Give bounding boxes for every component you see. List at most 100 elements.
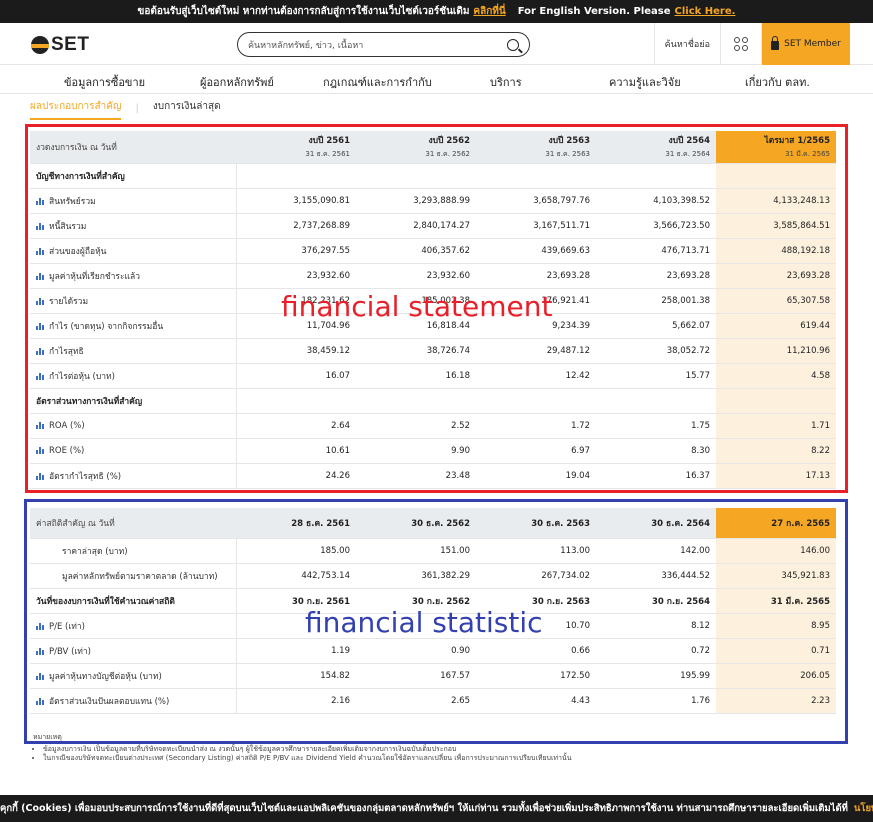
table-cell: 3,155,090.81: [236, 188, 356, 214]
set-logo-icon: [31, 36, 49, 54]
table-cell: 4.58: [716, 363, 836, 389]
bar-chart-icon[interactable]: [36, 222, 44, 230]
cookie-policy-link[interactable]: นโยบายการ: [854, 801, 873, 816]
table-cell: 3,658,797.76: [476, 188, 596, 214]
table-cell: 361,382.29: [356, 563, 476, 589]
row-label[interactable]: มูลค่าหุ้นทางบัญชีต่อหุ้น (บาท): [30, 663, 237, 689]
row-label[interactable]: กำไรสุทธิ: [30, 338, 237, 364]
row-label: มูลค่าหลักทรัพย์ตามราคาตลาด (ล้านบาท): [30, 563, 237, 589]
table-cell: 1.75: [596, 413, 716, 439]
note-item: ในกรณีของบริษัทจดทะเบียนต่างประเทศ (Seco…: [43, 754, 838, 763]
row-label[interactable]: รายได้รวม: [30, 288, 237, 314]
quick-symbol-search[interactable]: ค้นหาชื่อย่อ: [653, 23, 720, 65]
nav-services[interactable]: บริการ: [490, 73, 522, 91]
section-title: วันที่ของงบการเงินที่ใช้คำนวณค่าสถิติ: [30, 588, 237, 614]
table-cell: 267,734.02: [476, 563, 596, 589]
bar-chart-icon[interactable]: [36, 647, 44, 655]
table-cell: 1.72: [476, 413, 596, 439]
table-cell: 336,444.52: [596, 563, 716, 589]
bar-chart-icon[interactable]: [36, 322, 44, 330]
table-cell: 195.99: [596, 663, 716, 689]
table-cell: 2.23: [716, 688, 836, 714]
table-cell: 1.71: [716, 413, 836, 439]
table-cell: 406,357.62: [356, 238, 476, 264]
row-label[interactable]: กำไร (ขาดทุน) จากกิจกรรมอื่น: [30, 313, 237, 339]
table-cell: 2,840,174.27: [356, 213, 476, 239]
bar-chart-icon[interactable]: [36, 446, 44, 454]
table-cell: 476,713.71: [596, 238, 716, 264]
bar-chart-icon[interactable]: [36, 347, 44, 355]
bar-chart-icon[interactable]: [36, 472, 44, 480]
table-cell: 8.12: [596, 613, 716, 639]
row-label[interactable]: ROE (%): [30, 438, 237, 464]
table-cell: 16.18: [356, 363, 476, 389]
notes-section: หมายเหตุ ข้อมูลงบการเงิน เป็นข้อมูลตามที…: [33, 732, 838, 763]
bar-chart-icon[interactable]: [36, 197, 44, 205]
table-cell: 146.00: [716, 538, 836, 564]
nav-knowledge[interactable]: ความรู้และวิจัย: [609, 73, 681, 91]
bar-chart-icon[interactable]: [36, 372, 44, 380]
bar-chart-icon[interactable]: [36, 622, 44, 630]
table-row: มูลค่าหุ้นทางบัญชีต่อหุ้น (บาท) 154.82 167…: [30, 663, 836, 689]
main-nav: ข้อมูลการซื้อขาย ผู้ออกหลักทรัพย์ กฎเกณฑ…: [0, 65, 873, 94]
table-cell: 17.13: [716, 463, 836, 489]
table-row: กำไรต่อหุ้น (บาท) 16.07 16.18 12.42 15.77 4.5…: [30, 363, 836, 389]
bar-chart-icon[interactable]: [36, 672, 44, 680]
row-label[interactable]: กำไรต่อหุ้น (บาท): [30, 363, 237, 389]
table-cell: 2.16: [236, 688, 356, 714]
table-row: หนี้สินรวม 2,737,268.89 2,840,174.27 3,167,…: [30, 213, 836, 239]
table-cell: 0.66: [476, 638, 596, 664]
search-input[interactable]: ค้นหาหลักทรัพย์, ข่าว, เนื้อหา: [237, 32, 530, 57]
table-cell: 23.48: [356, 463, 476, 489]
nav-about[interactable]: เกี่ยวกับ ตลท.: [745, 73, 810, 91]
bar-chart-icon[interactable]: [36, 247, 44, 255]
row-label[interactable]: สินทรัพย์รวม: [30, 188, 237, 214]
table-cell: 488,192.18: [716, 238, 836, 264]
set-member-button[interactable]: SET Member: [762, 23, 850, 65]
table-row: มูลค่าหลักทรัพย์ตามราคาตลาด (ล้านบาท) 442…: [30, 563, 836, 589]
english-version-link[interactable]: Click Here.: [675, 6, 736, 17]
bar-chart-icon[interactable]: [36, 697, 44, 705]
period-header: งวดงบการเงิน ณ วันที่: [30, 131, 236, 164]
table-cell: 619.44: [716, 313, 836, 339]
table-row: กำไรสุทธิ 38,459.12 38,726.74 29,487.12 38,0…: [30, 338, 836, 364]
table-row: P/BV (เท่า) 1.19 0.90 0.66 0.72 0.71: [30, 638, 836, 664]
table-cell: 8.95: [716, 613, 836, 639]
row-label[interactable]: อัตราส่วนเงินปันผลตอบแทน (%): [30, 688, 237, 714]
row-label[interactable]: หนี้สินรวม: [30, 213, 237, 239]
table-cell: 1.76: [596, 688, 716, 714]
nav-regulation[interactable]: กฎเกณฑ์และการกำกับ: [323, 73, 432, 91]
row-label[interactable]: อัตรากำไรสุทธิ (%): [30, 463, 237, 489]
english-prompt: For English Version. Please: [517, 6, 671, 17]
apps-button[interactable]: [720, 23, 762, 65]
column-header: งบปี 2563 31 ธ.ค. 2563: [476, 131, 596, 164]
search-icon[interactable]: [507, 38, 519, 51]
nav-issuers[interactable]: ผู้ออกหลักทรัพย์: [200, 73, 274, 91]
tab-latest-financials[interactable]: งบการเงินล่าสุด: [153, 99, 221, 120]
section-title: บัญชีทางการเงินที่สำคัญ: [30, 163, 237, 189]
table-row: มูลค่าหุ้นที่เรียกชำระแล้ว 23,932.60 23,93…: [30, 263, 836, 289]
row-label[interactable]: มูลค่าหุ้นที่เรียกชำระแล้ว: [30, 263, 237, 289]
bar-chart-icon[interactable]: [36, 421, 44, 429]
row-label[interactable]: P/E (เท่า): [30, 613, 237, 639]
set-logo[interactable]: SET: [31, 34, 89, 56]
nav-trading-data[interactable]: ข้อมูลการซื้อขาย: [64, 73, 145, 91]
table-cell: 19.04: [476, 463, 596, 489]
key-accounts-body: สินทรัพย์รวม 3,155,090.81 3,293,888.99 3,65…: [30, 188, 836, 389]
section-row: อัตราส่วนทางการเงินที่สำคัญ: [30, 388, 836, 414]
row-label[interactable]: ROA (%): [30, 413, 237, 439]
bar-chart-icon[interactable]: [36, 272, 44, 280]
note-item: ข้อมูลงบการเงิน เป็นข้อมูลตามที่บริษัทจด…: [43, 745, 838, 754]
row-label[interactable]: ส่วนของผู้ถือหุ้น: [30, 238, 237, 264]
apps-grid-icon: [734, 37, 748, 51]
table-cell: 113.00: [476, 538, 596, 564]
tab-key-performance[interactable]: ผลประกอบการสำคัญ: [30, 99, 122, 120]
row-label[interactable]: P/BV (เท่า): [30, 638, 237, 664]
old-version-link[interactable]: คลิกที่นี่: [473, 4, 505, 19]
section-row: บัญชีทางการเงินที่สำคัญ: [30, 163, 836, 189]
bar-chart-icon[interactable]: [36, 297, 44, 305]
column-header: 30 ธ.ค. 2564: [596, 508, 716, 539]
column-header: งบปี 2564 31 ธ.ค. 2564: [596, 131, 716, 164]
set-member-label: SET Member: [784, 39, 841, 49]
column-header: 30 ธ.ค. 2563: [476, 508, 596, 539]
